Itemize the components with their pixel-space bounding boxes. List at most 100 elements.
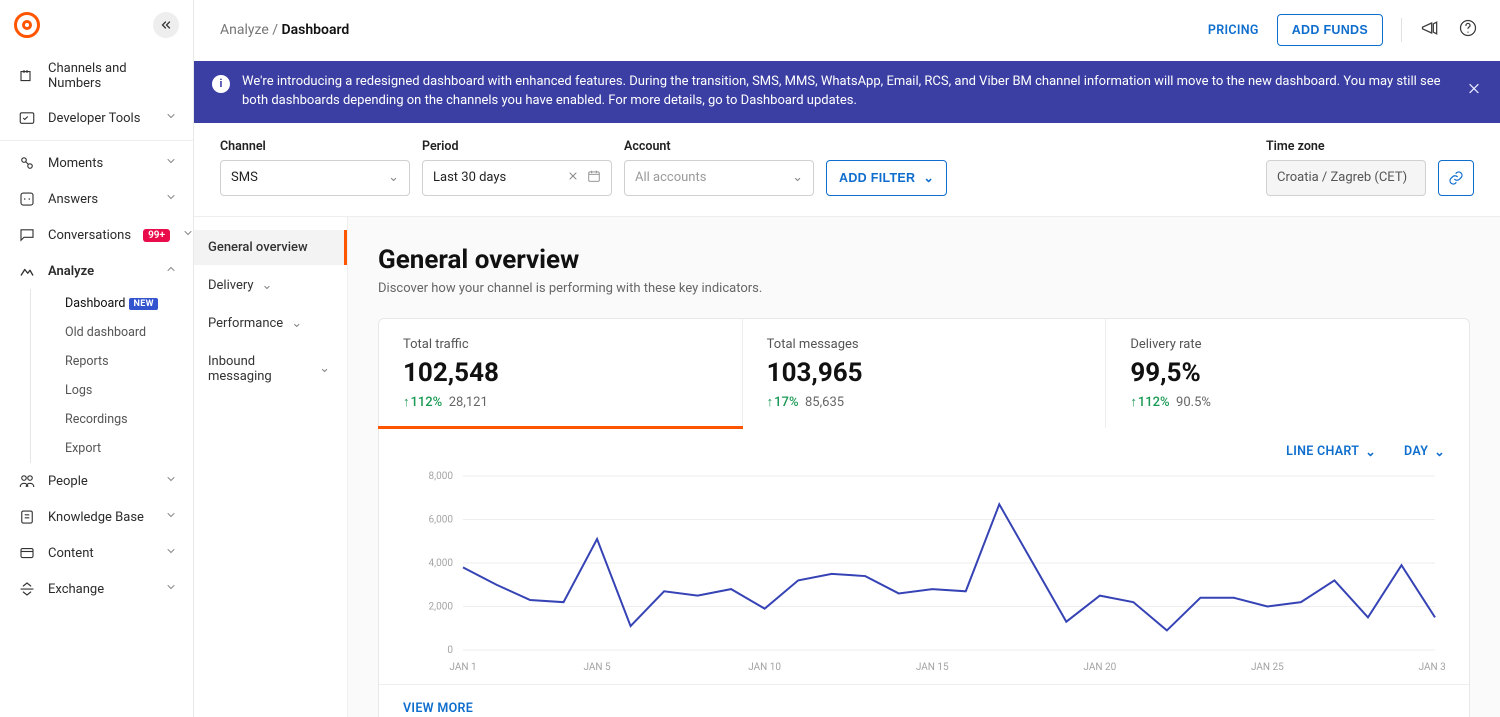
sidebar-sub-export[interactable]: Export — [65, 434, 193, 463]
sidebar-item-analyze[interactable]: Analyze — [0, 253, 193, 289]
granularity-selector[interactable]: DAY ⌄ — [1404, 444, 1445, 460]
sidebar-sub-old-dashboard[interactable]: Old dashboard — [65, 318, 193, 347]
nav-icon — [18, 508, 36, 526]
nav-icon — [18, 190, 36, 208]
share-link-button[interactable] — [1438, 160, 1474, 196]
banner-close-button[interactable] — [1466, 80, 1482, 103]
sidebar-item-label: Answers — [48, 192, 153, 207]
svg-text:2,000: 2,000 — [429, 601, 454, 612]
calendar-icon — [587, 169, 601, 187]
chevron-down-icon — [165, 545, 177, 561]
nav-icon — [18, 580, 36, 598]
svg-text:JAN 25: JAN 25 — [1251, 662, 1284, 673]
metric-delta: 112% 28,121 — [403, 394, 718, 410]
sidebar-item-moments[interactable]: Moments — [0, 145, 193, 181]
clear-icon[interactable] — [567, 170, 579, 186]
sidebar: Channels and Numbers Developer Tools Momen… — [0, 0, 194, 717]
svg-text:0: 0 — [447, 645, 453, 656]
chevron-down-icon — [165, 473, 177, 489]
sidebar-item-label: Content — [48, 546, 153, 561]
sidebar-item-label: People — [48, 474, 153, 489]
chevron-down-icon — [165, 155, 177, 171]
megaphone-icon — [1420, 18, 1440, 38]
page-title: General overview — [378, 245, 1470, 275]
breadcrumb: Analyze / Dashboard — [220, 22, 349, 38]
sidebar-item-conversations[interactable]: Conversations99+ — [0, 217, 193, 253]
sidebar-item-content[interactable]: Content — [0, 535, 193, 571]
brand-logo[interactable] — [14, 12, 40, 38]
sidebar-sub-logs[interactable]: Logs — [65, 376, 193, 405]
link-icon — [1448, 170, 1464, 186]
page-content: General overview Discover how your chann… — [348, 217, 1500, 717]
badge: 99+ — [143, 229, 170, 242]
tab-performance[interactable]: Performance⌄ — [194, 306, 347, 341]
account-select-placeholder: All accounts — [635, 170, 784, 185]
chevron-down-icon: ⌄ — [388, 170, 399, 185]
metric-total-traffic[interactable]: Total traffic 102,548 112% 28,121 — [379, 319, 743, 428]
chevron-down-icon — [182, 227, 194, 243]
nav-icon — [18, 544, 36, 562]
nav-icon — [18, 154, 36, 172]
timezone-value: Croatia / Zagreb (CET) — [1277, 170, 1415, 185]
svg-text:8,000: 8,000 — [429, 471, 454, 482]
sidebar-item-knowledge-base[interactable]: Knowledge Base — [0, 499, 193, 535]
collapse-sidebar-button[interactable] — [153, 12, 179, 38]
divider — [1401, 18, 1402, 42]
metric-delta: 112% 90.5% — [1130, 394, 1445, 410]
sidebar-item-people[interactable]: People — [0, 463, 193, 499]
new-badge: NEW — [129, 298, 158, 310]
nav-icon — [18, 226, 36, 244]
sidebar-sub-dashboard[interactable]: DashboardNEW — [65, 289, 193, 318]
channel-filter-label: Channel — [220, 139, 410, 154]
chevron-down-icon — [165, 581, 177, 597]
sidebar-item-label: Channels and Numbers — [48, 61, 177, 91]
period-select[interactable]: Last 30 days — [422, 160, 612, 196]
svg-text:6,000: 6,000 — [429, 514, 454, 525]
filter-bar: Channel SMS ⌄ Period Last 30 days — [194, 123, 1500, 217]
chevron-down-icon: ⌄ — [262, 278, 273, 293]
help-button[interactable] — [1458, 18, 1478, 42]
add-funds-button[interactable]: ADD FUNDS — [1277, 14, 1383, 46]
sidebar-item-label: Exchange — [48, 582, 153, 597]
metric-delivery-rate[interactable]: Delivery rate99,5%112% 90.5% — [1106, 319, 1469, 428]
chevron-down-icon — [165, 110, 177, 126]
timezone-display: Croatia / Zagreb (CET) — [1266, 160, 1426, 196]
svg-text:JAN 15: JAN 15 — [916, 662, 949, 673]
help-circle-icon — [1458, 18, 1478, 38]
sidebar-item-channels-and-numbers[interactable]: Channels and Numbers — [0, 52, 193, 100]
view-more-button[interactable]: VIEW MORE — [379, 684, 1469, 717]
metric-value: 103,965 — [767, 358, 1082, 388]
metric-label: Total traffic — [403, 337, 718, 352]
chart-type-selector[interactable]: LINE CHART ⌄ — [1286, 444, 1376, 460]
sidebar-item-answers[interactable]: Answers — [0, 181, 193, 217]
pricing-link[interactable]: PRICING — [1208, 23, 1259, 38]
topbar: Analyze / Dashboard PRICING ADD FUNDS — [194, 0, 1500, 61]
sidebar-item-label: Developer Tools — [48, 111, 153, 126]
add-filter-button[interactable]: ADD FILTER ⌄ — [826, 160, 947, 196]
announcements-button[interactable] — [1420, 18, 1440, 42]
sidebar-sub-recordings[interactable]: Recordings — [65, 405, 193, 434]
breadcrumb-current: Dashboard — [282, 22, 350, 38]
breadcrumb-root: Analyze — [220, 22, 269, 38]
metric-total-messages[interactable]: Total messages103,96517% 85,635 — [743, 319, 1107, 428]
chevron-down-icon — [165, 509, 177, 525]
tab-inbound-messaging[interactable]: Inbound messaging⌄ — [194, 344, 347, 394]
chevron-up-icon — [165, 263, 177, 279]
sidebar-item-developer-tools[interactable]: Developer Tools — [0, 100, 193, 136]
channel-select[interactable]: SMS ⌄ — [220, 160, 410, 196]
secondary-nav: General overviewDelivery⌄Performance⌄Inb… — [194, 217, 348, 717]
metric-label: Delivery rate — [1130, 337, 1445, 352]
tab-general-overview[interactable]: General overview — [194, 230, 347, 265]
chevron-down-icon: ⌄ — [1434, 444, 1445, 460]
page-subtitle: Discover how your channel is performing … — [378, 281, 1470, 296]
sidebar-sub-reports[interactable]: Reports — [65, 347, 193, 376]
sidebar-item-exchange[interactable]: Exchange — [0, 571, 193, 607]
svg-text:JAN 1: JAN 1 — [449, 662, 476, 673]
svg-text:4,000: 4,000 — [429, 558, 454, 569]
nav-icon — [18, 472, 36, 490]
period-select-value: Last 30 days — [433, 170, 559, 185]
tab-delivery[interactable]: Delivery⌄ — [194, 268, 347, 303]
metric-delta: 17% 85,635 — [767, 394, 1082, 410]
metric-value: 102,548 — [403, 358, 718, 388]
account-select[interactable]: All accounts ⌄ — [624, 160, 814, 196]
